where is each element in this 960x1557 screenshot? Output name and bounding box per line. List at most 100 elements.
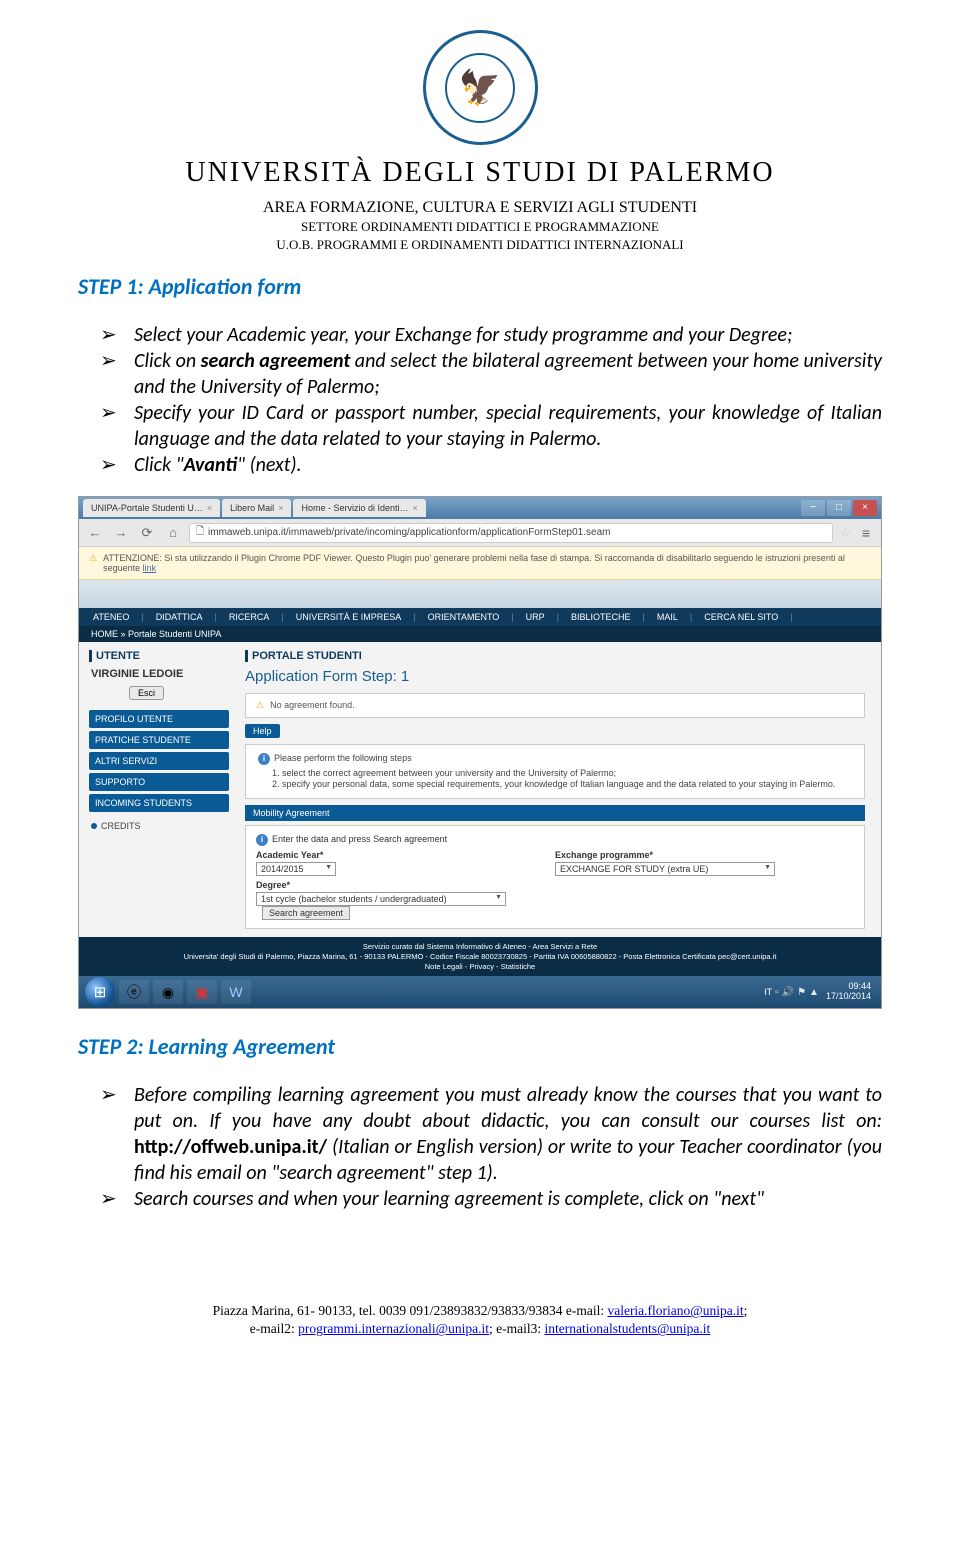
close-icon[interactable]: × xyxy=(278,503,283,513)
degree-select[interactable]: 1st cycle (bachelor students / undergrad… xyxy=(256,892,506,906)
nav-cerca[interactable]: CERCA NEL SITO xyxy=(702,612,780,622)
close-icon[interactable]: × xyxy=(207,503,212,513)
academic-year-select[interactable]: 2014/2015 xyxy=(256,862,336,876)
nav-urp[interactable]: URP xyxy=(524,612,547,622)
sidebar-item-supporto[interactable]: SUPPORTO xyxy=(89,773,229,791)
step2-bullet-1: Before compiling learning agreement you … xyxy=(128,1082,882,1186)
exchange-label: Exchange programme* xyxy=(555,850,854,860)
bookmark-icon[interactable]: ☆ xyxy=(839,525,851,541)
taskbar-word-icon[interactable]: W xyxy=(221,980,251,1004)
user-name: VIRGINIE LEDOIE xyxy=(91,668,229,680)
taskbar-chrome-icon[interactable]: ◉ xyxy=(153,980,183,1004)
header-line-3: U.O.B. PROGRAMMI E ORDINAMENTI DIDATTICI… xyxy=(78,237,882,253)
taskbar-clock[interactable]: 09:44 17/10/2014 xyxy=(822,982,875,1002)
header-line-2: SETTORE ORDINAMENTI DIDATTICI E PROGRAMM… xyxy=(78,219,882,235)
mobility-section-bar: Mobility Agreement xyxy=(245,805,865,821)
university-name: UNIVERSITÀ DEGLI STUDI DI PALERMO xyxy=(78,157,882,189)
info-step-2: specify your personal data, some special… xyxy=(282,779,852,789)
nav-univ-impresa[interactable]: UNIVERSITÀ E IMPRESA xyxy=(294,612,404,622)
logout-button[interactable]: Esci xyxy=(129,686,164,700)
email-link-3[interactable]: internationalstudents@unipa.it xyxy=(544,1321,710,1336)
info-step-1: select the correct agreement between you… xyxy=(282,768,852,778)
degree-label: Degree* xyxy=(256,880,555,890)
portale-header: PORTALE STUDENTI xyxy=(245,650,865,662)
step1-bullet-4: Click "Avanti" (next). xyxy=(128,452,882,478)
reload-button[interactable]: ⟳ xyxy=(137,523,157,543)
step2-bullets: Before compiling learning agreement you … xyxy=(128,1082,882,1212)
browser-tab-3[interactable]: Home - Servizio di Identi…× xyxy=(293,499,425,517)
step1-title: STEP 1: Application form xyxy=(78,273,882,300)
sidebar-credits[interactable]: CREDITS xyxy=(89,815,229,837)
document-header: 🦅 UNIVERSITÀ DEGLI STUDI DI PALERMO AREA… xyxy=(78,30,882,253)
sidebar-item-altri[interactable]: ALTRI SERVIZI xyxy=(89,752,229,770)
warning-bar: ⚠ ATTENZIONE: Si sta utilizzando il Plug… xyxy=(79,547,881,580)
language-indicator[interactable]: IT xyxy=(764,987,772,997)
nav-ricerca[interactable]: RICERCA xyxy=(227,612,272,622)
step1-bullet-2: Click on search agreement and select the… xyxy=(128,348,882,400)
top-nav: ATENEO| DIDATTICA| RICERCA| UNIVERSITÀ E… xyxy=(79,608,881,626)
window-controls: − □ × xyxy=(801,500,877,516)
step1-bullet-3: Specify your ID Card or passport number,… xyxy=(128,400,882,452)
step1-bullet-1: Select your Academic year, your Exchange… xyxy=(128,322,882,348)
tray-up-icon[interactable]: ▲ xyxy=(809,987,819,998)
warning-icon: ⚠ xyxy=(256,700,264,711)
browser-tab-2[interactable]: Libero Mail× xyxy=(222,499,291,517)
nav-didattica[interactable]: DIDATTICA xyxy=(154,612,205,622)
page-footer-bar: Servizio curato dal Sistema Informativo … xyxy=(79,937,881,976)
email-link-2[interactable]: programmi.internazionali@unipa.it xyxy=(298,1321,489,1336)
help-button[interactable]: Help xyxy=(245,724,280,738)
sidebar-item-pratiche[interactable]: PRATICHE STUDENTE xyxy=(89,731,229,749)
maximize-button[interactable]: □ xyxy=(827,500,851,516)
info-icon: i xyxy=(256,834,268,846)
banner-image xyxy=(79,580,881,608)
nav-biblioteche[interactable]: BIBLIOTECHE xyxy=(569,612,633,622)
document-footer: Piazza Marina, 61- 90133, tel. 0039 091/… xyxy=(78,1302,882,1338)
sidebar-item-profilo[interactable]: PROFILO UTENTE xyxy=(89,710,229,728)
university-seal-icon: 🦅 xyxy=(423,30,538,145)
nav-mail[interactable]: MAIL xyxy=(655,612,680,622)
nav-ateneo[interactable]: ATENEO xyxy=(91,612,131,622)
eagle-icon: 🦅 xyxy=(459,68,501,108)
left-sidebar: UTENTE VIRGINIE LEDOIE Esci PROFILO UTEN… xyxy=(79,642,239,937)
form-title: Application Form Step: 1 xyxy=(245,668,865,685)
nav-orientamento[interactable]: ORIENTAMENTO xyxy=(426,612,502,622)
forward-button[interactable]: → xyxy=(111,523,131,543)
sidebar-item-incoming[interactable]: INCOMING STUDENTS xyxy=(89,794,229,812)
browser-tab-1[interactable]: UNIPA-Portale Studenti U…× xyxy=(83,499,220,517)
form-grid: iEnter the data and press Search agreeme… xyxy=(245,825,865,929)
back-button[interactable]: ← xyxy=(85,523,105,543)
tray-sound-icon[interactable]: 🔊 xyxy=(782,987,794,998)
tray-network-icon[interactable]: ▫ xyxy=(775,987,779,998)
tray-flag-icon[interactable]: ⚑ xyxy=(797,987,806,998)
main-panel: PORTALE STUDENTI Application Form Step: … xyxy=(239,642,881,937)
search-agreement-button[interactable]: Search agreement xyxy=(262,906,350,920)
step1-bullets: Select your Academic year, your Exchange… xyxy=(128,322,882,478)
dot-icon xyxy=(91,823,97,829)
breadcrumb: HOME » Portale Studenti UNIPA xyxy=(79,626,881,642)
info-box: iPlease perform the following steps sele… xyxy=(245,744,865,799)
window-titlebar: UNIPA-Portale Studenti U…× Libero Mail× … xyxy=(79,497,881,519)
minimize-button[interactable]: − xyxy=(801,500,825,516)
start-button[interactable]: ⊞ xyxy=(85,977,115,1007)
info-icon: i xyxy=(258,753,270,765)
menu-icon[interactable]: ≡ xyxy=(857,525,875,541)
exchange-select[interactable]: EXCHANGE FOR STUDY (extra UE) xyxy=(555,862,775,876)
address-field[interactable]: 🗋 immaweb.unipa.it/immaweb/private/incom… xyxy=(189,523,833,543)
browser-tabs: UNIPA-Portale Studenti U…× Libero Mail× … xyxy=(83,499,428,517)
taskbar-pdf-icon[interactable]: ▣ xyxy=(187,980,217,1004)
no-agreement-box: ⚠ No agreement found. xyxy=(245,693,865,718)
warning-link[interactable]: link xyxy=(143,563,157,573)
step2-title: STEP 2: Learning Agreement xyxy=(78,1033,882,1060)
close-button[interactable]: × xyxy=(853,500,877,516)
email-link-1[interactable]: valeria.floriano@unipa.it xyxy=(607,1303,743,1318)
home-button[interactable]: ⌂ xyxy=(163,523,183,543)
content-area: UTENTE VIRGINIE LEDOIE Esci PROFILO UTEN… xyxy=(79,642,881,937)
url-bar: ← → ⟳ ⌂ 🗋 immaweb.unipa.it/immaweb/priva… xyxy=(79,519,881,547)
academic-year-label: Academic Year* xyxy=(256,850,555,860)
taskbar-ie-icon[interactable]: ⓔ xyxy=(119,980,149,1004)
header-line-1: AREA FORMAZIONE, CULTURA E SERVIZI AGLI … xyxy=(78,199,882,217)
utente-header: UTENTE xyxy=(89,650,229,662)
warning-icon: ⚠ xyxy=(89,553,97,573)
browser-screenshot: UNIPA-Portale Studenti U…× Libero Mail× … xyxy=(78,496,882,1009)
close-icon[interactable]: × xyxy=(413,503,418,513)
